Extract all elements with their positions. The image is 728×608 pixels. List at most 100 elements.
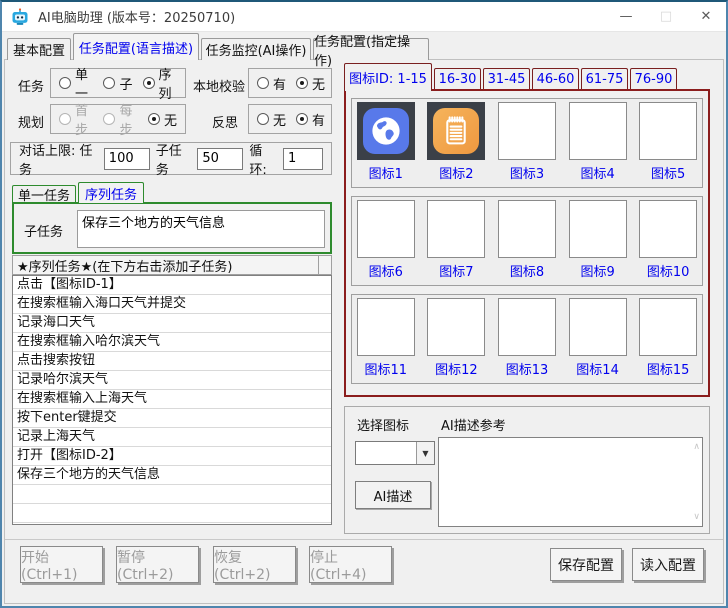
icon-cell-11[interactable]: 图标11: [356, 298, 416, 378]
radio-plan-firststep[interactable]: 首步: [59, 100, 96, 138]
icon-row-2: 图标6 图标7 图标8 图标9 图标10: [351, 196, 703, 286]
icon-cell-10[interactable]: 图标10: [638, 200, 698, 280]
list-item[interactable]: 记录上海天气: [13, 428, 331, 447]
list-item[interactable]: 记录哈尔滨天气: [13, 371, 331, 390]
list-item[interactable]: 在搜索框输入海口天气并提交: [13, 295, 331, 314]
select-icon-label: 选择图标: [357, 415, 409, 434]
chevron-down-icon[interactable]: ▼: [416, 442, 434, 464]
list-item-empty: [13, 504, 331, 523]
tab-icons-31-45[interactable]: 31-45: [483, 68, 530, 90]
ai-reference-textarea[interactable]: ∧ ∨: [438, 437, 703, 527]
list-item[interactable]: 保存三个地方的天气信息: [13, 466, 331, 485]
list-item[interactable]: 在搜索框输入哈尔滨天气: [13, 333, 331, 352]
icon-select-dropdown[interactable]: ▼: [355, 441, 435, 465]
icon-label: 图标14: [576, 359, 619, 378]
resume-button[interactable]: 恢复(Ctrl+2): [213, 546, 296, 583]
subtask-input[interactable]: 保存三个地方的天气信息: [77, 210, 325, 248]
list-item[interactable]: 点击搜索按钮: [13, 352, 331, 371]
empty-icon-slot: [569, 102, 627, 160]
local-verify-group: 有 无: [248, 68, 332, 98]
radio-verify-no[interactable]: 无: [296, 74, 325, 93]
subtask-limit-input[interactable]: [197, 148, 243, 170]
icon-cell-13[interactable]: 图标13: [497, 298, 557, 378]
radio-reflect-no[interactable]: 无: [257, 110, 286, 129]
radio-reflect-yes[interactable]: 有: [296, 110, 325, 129]
empty-icon-slot: [569, 298, 627, 356]
sequence-task-pane: 子任务 保存三个地方的天气信息: [12, 202, 332, 254]
loop-input[interactable]: [283, 148, 323, 170]
icon-label: 图标13: [506, 359, 549, 378]
select-icon-group: 选择图标 ▼ AI描述 AI描述参考 ∧ ∨: [344, 406, 710, 534]
radio-verify-yes[interactable]: 有: [257, 74, 286, 93]
dialog-limit-label: 对话上限: 任务: [19, 140, 98, 178]
subtask-limit-label: 子任务: [156, 140, 192, 178]
tab-sequence-task[interactable]: 序列任务: [78, 182, 144, 203]
local-verify-label: 本地校验: [193, 76, 245, 95]
save-config-button[interactable]: 保存配置: [550, 548, 622, 581]
radio-task-single[interactable]: 单一: [59, 64, 93, 102]
start-button[interactable]: 开始(Ctrl+1): [20, 546, 103, 583]
icon-cell-5[interactable]: 图标5: [638, 102, 698, 182]
tab-icons-61-75[interactable]: 61-75: [581, 68, 628, 90]
load-config-button[interactable]: 读入配置: [632, 548, 704, 581]
icon-cell-1[interactable]: 图标1: [356, 102, 416, 182]
tab-icons-46-60[interactable]: 46-60: [532, 68, 579, 90]
icon-cell-6[interactable]: 图标6: [356, 200, 416, 280]
list-item[interactable]: 按下enter键提交: [13, 409, 331, 428]
subtask-label: 子任务: [24, 221, 63, 240]
radio-task-sequence[interactable]: 序列: [143, 64, 177, 102]
tab-task-config-language[interactable]: 任务配置(语言描述): [73, 33, 199, 60]
icon-label: 图标12: [435, 359, 478, 378]
icon-cell-8[interactable]: 图标8: [497, 200, 557, 280]
icon-label: 图标5: [651, 163, 685, 182]
tab-task-config-specified[interactable]: 任务配置(指定操作): [313, 38, 429, 60]
icon-cell-3[interactable]: 图标3: [497, 102, 557, 182]
icon-cell-12[interactable]: 图标12: [427, 298, 487, 378]
radio-icon: [148, 113, 160, 125]
reflect-group: 无 有: [248, 104, 332, 134]
maximize-icon[interactable]: □: [646, 2, 686, 31]
globe-icon: [357, 102, 415, 160]
tab-icons-1-15[interactable]: 图标ID: 1-15: [344, 63, 432, 91]
icon-cell-7[interactable]: 图标7: [427, 200, 487, 280]
tab-icons-16-30[interactable]: 16-30: [434, 68, 481, 90]
footer-divider: [5, 539, 723, 540]
tab-icons-76-90[interactable]: 76-90: [630, 68, 677, 90]
icon-label: 图标15: [647, 359, 690, 378]
icon-label: 图标10: [647, 261, 690, 280]
empty-icon-slot: [569, 200, 627, 258]
empty-icon-slot: [427, 200, 485, 258]
icon-label: 图标11: [365, 359, 408, 378]
list-item[interactable]: 点击【图标ID-1】: [13, 276, 331, 295]
tab-task-monitor[interactable]: 任务监控(AI操作): [201, 38, 311, 60]
radio-icon: [103, 77, 115, 89]
list-item[interactable]: 打开【图标ID-2】: [13, 447, 331, 466]
icon-cell-15[interactable]: 图标15: [638, 298, 698, 378]
stop-button[interactable]: 停止(Ctrl+4): [309, 546, 392, 583]
dropdown-value: [356, 442, 416, 464]
pause-button[interactable]: 暂停(Ctrl+2): [116, 546, 199, 583]
scroll-down-icon[interactable]: ∨: [693, 512, 700, 522]
list-item[interactable]: 在搜索框输入上海天气: [13, 390, 331, 409]
icon-cell-2[interactable]: 图标2: [427, 102, 487, 182]
task-mode-group: 单一 子 序列: [50, 68, 186, 98]
icon-label: 图标8: [510, 261, 544, 280]
tab-basic-config[interactable]: 基本配置: [7, 38, 71, 60]
radio-plan-everystep[interactable]: 每步: [103, 100, 140, 138]
icon-cell-14[interactable]: 图标14: [568, 298, 628, 378]
tab-single-task[interactable]: 单一任务: [12, 185, 76, 203]
list-item[interactable]: 记录海口天气: [13, 314, 331, 333]
task-mode-label: 任务: [18, 76, 44, 95]
task-limit-input[interactable]: [104, 148, 150, 170]
ai-describe-button[interactable]: AI描述: [355, 481, 431, 509]
ai-reference-label: AI描述参考: [441, 415, 506, 434]
radio-plan-none[interactable]: 无: [148, 110, 177, 129]
empty-icon-slot: [639, 200, 697, 258]
close-icon[interactable]: ✕: [686, 2, 726, 31]
empty-icon-slot: [498, 200, 556, 258]
icon-cell-9[interactable]: 图标9: [568, 200, 628, 280]
icon-cell-4[interactable]: 图标4: [568, 102, 628, 182]
minimize-icon[interactable]: —: [606, 2, 646, 31]
radio-task-sub[interactable]: 子: [103, 74, 132, 93]
scroll-up-icon[interactable]: ∧: [693, 442, 700, 452]
